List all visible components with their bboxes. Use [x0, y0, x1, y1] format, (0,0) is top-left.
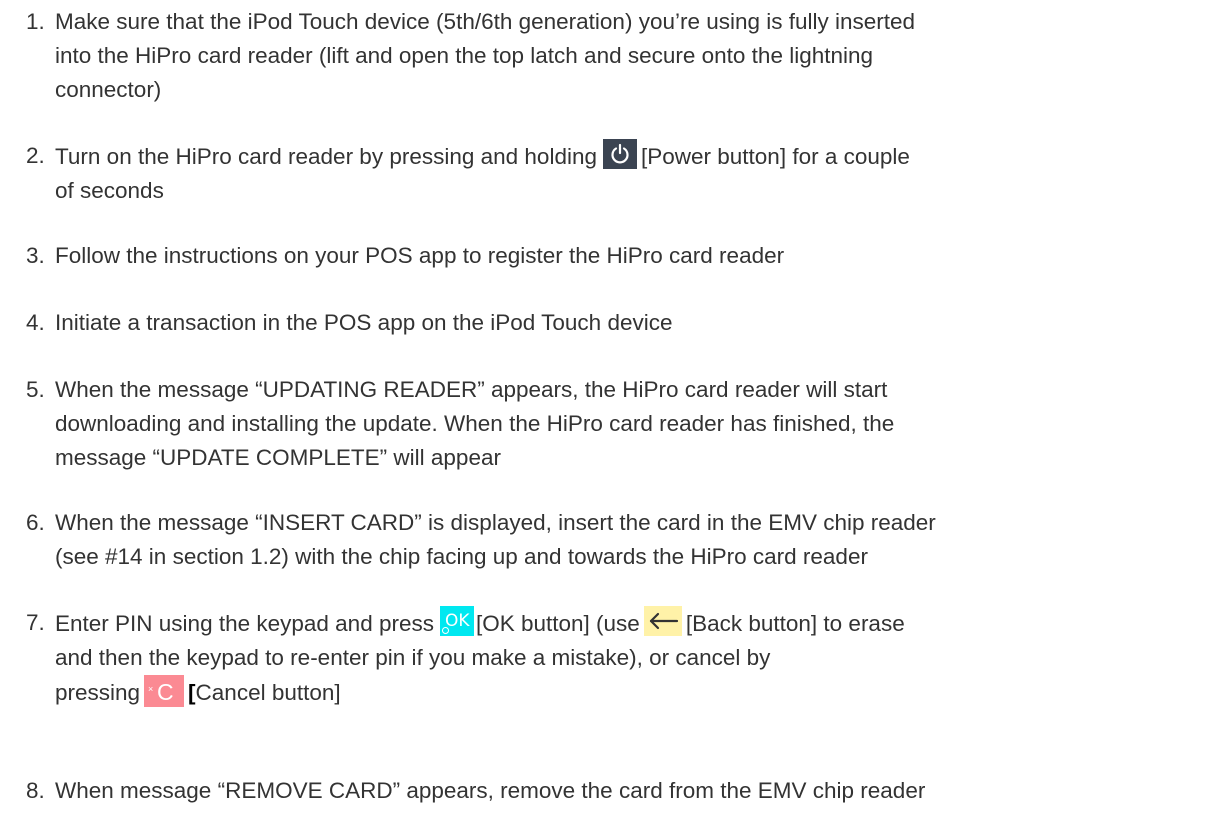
step-text-segment: [OK button] (use	[475, 611, 640, 636]
step-line: Follow the instructions on your POS app …	[55, 243, 785, 268]
power-icon	[602, 139, 637, 169]
back-arrow-icon	[643, 606, 682, 636]
cancel-icon-label: C	[157, 679, 174, 705]
step-line: (see #14 in section 1.2) with the chip f…	[55, 544, 868, 569]
step-number: 5.	[26, 377, 45, 402]
step-text: Make sure that the iPod Touch device (5t…	[55, 5, 1205, 107]
step-text-segment: pressing	[55, 680, 141, 705]
step-number: 7.	[26, 610, 45, 635]
step-text: When message “REMOVE CARD” appears, remo…	[55, 774, 1205, 808]
step-line: pressing C × [Cancel button]	[55, 675, 1205, 710]
step-text: Turn on the HiPro card reader by pressin…	[55, 139, 1205, 208]
step-text-segment: Turn on the HiPro card reader by pressin…	[55, 144, 597, 169]
cancel-icon-mark: ×	[148, 684, 154, 694]
step-text: When the message “INSERT CARD” is displa…	[55, 506, 1205, 574]
step-text: Enter PIN using the keypad and press OK [O…	[55, 606, 1205, 710]
step-number: 6.	[26, 510, 45, 535]
step-text: When the message “UPDATING READER” appea…	[55, 373, 1205, 475]
step-number: 8.	[26, 778, 45, 803]
step-line: When the message “INSERT CARD” is displa…	[55, 510, 936, 535]
step-line: When the message “UPDATING READER” appea…	[55, 377, 888, 402]
step-line: Turn on the HiPro card reader by pressin…	[55, 139, 1205, 174]
step-text-segment: [Power button] for a couple	[640, 144, 910, 169]
step-line: Initiate a transaction in the POS app on…	[55, 310, 673, 335]
step-line: of seconds	[55, 178, 164, 203]
step-text-segment: Cancel button]	[195, 680, 341, 705]
step-text-segment: [	[188, 680, 196, 705]
step-line: message “UPDATE COMPLETE” will appear	[55, 445, 501, 470]
step-line: Enter PIN using the keypad and press OK [O…	[55, 606, 1205, 641]
ok-button-icon: OK	[439, 606, 474, 636]
step-number: 2.	[26, 143, 45, 168]
step-text: Follow the instructions on your POS app …	[55, 239, 1205, 273]
step-number: 4.	[26, 310, 45, 335]
step-line: into the HiPro card reader (lift and ope…	[55, 43, 874, 68]
cancel-button-icon: C ×	[144, 675, 185, 707]
step-number: 3.	[26, 243, 45, 268]
step-number: 1.	[26, 9, 45, 34]
step-text-segment: [Back button] to erase	[685, 611, 905, 636]
step-line: connector)	[55, 77, 162, 102]
step-line: and then the keypad to re-enter pin if y…	[55, 645, 771, 670]
step-text: Initiate a transaction in the POS app on…	[55, 306, 1205, 340]
step-line: When message “REMOVE CARD” appears, remo…	[55, 778, 926, 803]
step-line: downloading and installing the update. W…	[55, 411, 895, 436]
ok-icon-label: OK	[444, 611, 470, 631]
step-text-segment: Enter PIN using the keypad and press	[55, 611, 434, 636]
step-line: Make sure that the iPod Touch device (5t…	[55, 9, 916, 34]
